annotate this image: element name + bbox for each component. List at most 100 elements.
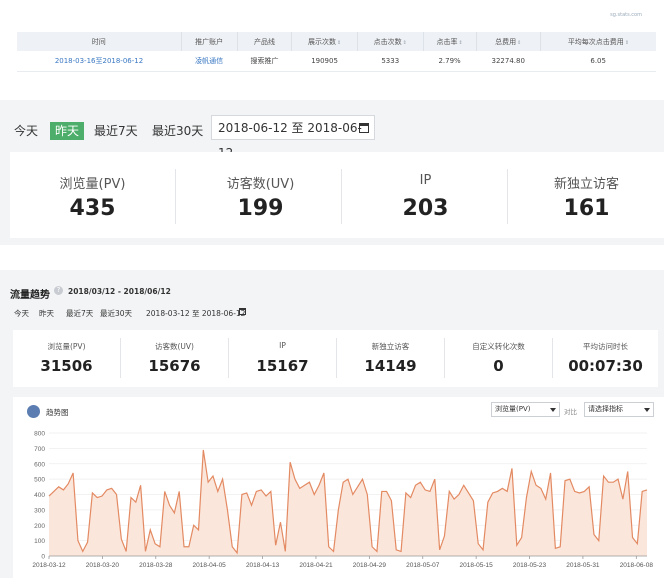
x-tick-label: 2018-05-07 (406, 562, 440, 569)
summary-table: 时间 推广账户 产品线 展示次数⇕ 点击次数⇕ 点击率⇕ 总费用⇕ 平均每次点击… (17, 32, 656, 72)
stat-label: 浏览量(PV) (59, 177, 126, 192)
trend-chart-card: 趋势图 浏览量(PV) 对比 请选择指标 0 100 200 300 400 500 600… (13, 397, 664, 578)
cell-clicks: 5333 (357, 51, 424, 72)
cell-time[interactable]: 2018-03-16至2018-06-12 (17, 51, 182, 72)
trend-stats-cards: 浏览量(PV) 31506 访客数(UV) 15676 IP 15167 新独立… (13, 330, 658, 387)
divider (507, 169, 508, 224)
stat-label: IP (279, 341, 286, 350)
stat-card-uv: 访客数(UV) 15676 (121, 330, 228, 387)
y-tick-label: 700 (34, 446, 45, 453)
col-header-ctr[interactable]: 点击率⇕ (423, 32, 477, 51)
stat-value: 203 (402, 196, 449, 221)
traffic-trend-panel: 流量趋势 ? 2018/03/12 - 2018/06/12 今天 昨天 最近7… (0, 270, 664, 578)
stat-label: 平均访问时长 (583, 342, 628, 351)
y-tick-label: 500 (34, 477, 45, 484)
cell-cpc: 6.05 (540, 51, 656, 72)
divider (341, 169, 342, 224)
stat-value: 15167 (256, 357, 309, 375)
sort-icon[interactable]: ⇕ (517, 40, 521, 46)
date-button-7days[interactable]: 最近7天 (66, 308, 93, 319)
calendar-icon[interactable] (239, 308, 246, 315)
stats-cards: 浏览量(PV) 435 访客数(UV) 199 IP 203 新独立访客 161 (10, 152, 664, 238)
divider (175, 169, 176, 224)
x-tick-label: 2018-05-15 (460, 562, 494, 569)
help-icon[interactable]: ? (54, 286, 63, 295)
stat-label: IP (419, 173, 432, 188)
y-tick-label: 200 (34, 523, 45, 530)
stat-value: 0 (493, 357, 504, 375)
y-tick-label: 800 (34, 431, 45, 438)
section-title: 流量趋势 (10, 290, 50, 301)
series-area (49, 449, 647, 556)
date-button-7days[interactable]: 最近7天 (94, 122, 138, 140)
x-tick-label: 2018-04-21 (299, 562, 333, 569)
date-button-30days[interactable]: 最近30天 (100, 308, 132, 319)
calendar-icon[interactable] (359, 123, 369, 133)
col-header-impressions[interactable]: 展示次数⇕ (291, 32, 358, 51)
x-tick-label: 2018-05-23 (513, 562, 547, 569)
stat-value: 161 (563, 196, 610, 221)
table-row: 2018-03-16至2018-06-12 凌帆通信 搜索推广 190905 5… (17, 51, 656, 72)
x-tick-label: 2018-06-08 (620, 562, 654, 569)
stat-card-conversions: 自定义转化次数 0 (445, 330, 552, 387)
x-tick-label: 2018-04-05 (193, 562, 227, 569)
x-tick-label: 2018-04-13 (246, 562, 280, 569)
stat-value: 15676 (148, 357, 201, 375)
x-tick-label: 2018-03-20 (86, 562, 120, 569)
sort-icon[interactable]: ⇕ (337, 40, 341, 46)
sort-icon[interactable]: ⇕ (459, 40, 463, 46)
stat-card-uv: 访客数(UV) 199 (178, 152, 343, 238)
date-button-30days[interactable]: 最近30天 (152, 122, 203, 140)
stat-value: 00:07:30 (568, 357, 643, 375)
stat-card-avg-duration: 平均访问时长 00:07:30 (553, 330, 658, 387)
cell-ctr: 2.79% (423, 51, 477, 72)
date-button-yesterday[interactable]: 昨天 (50, 122, 85, 140)
date-button-yesterday[interactable]: 昨天 (39, 308, 54, 319)
col-header-cost[interactable]: 总费用⇕ (476, 32, 541, 51)
date-range-picker[interactable]: 2018-03-12 至 2018-06-12 (146, 308, 245, 319)
x-tick-label: 2018-03-28 (139, 562, 173, 569)
col-header-cpc[interactable]: 平均每次点击费用⇕ (540, 32, 656, 51)
x-tick-label: 2018-04-29 (353, 562, 387, 569)
stat-label: 访客数(UV) (155, 342, 194, 351)
stat-label: 浏览量(PV) (47, 342, 86, 351)
y-tick-label: 100 (34, 538, 45, 545)
date-button-today[interactable]: 今天 (14, 308, 29, 319)
cell-impressions: 190905 (291, 51, 358, 72)
stat-value: 199 (237, 196, 284, 221)
col-header-account: 推广账户 (181, 32, 238, 51)
stat-card-ip: IP 15167 (229, 330, 336, 387)
corner-text: sg.stats.com (610, 12, 642, 18)
y-tick-label: 600 (34, 461, 45, 468)
daily-stats-panel: 今天 昨天 最近7天 最近30天 2018-06-12 至 2018-06-12… (0, 100, 664, 245)
stat-card-pv: 浏览量(PV) 31506 (13, 330, 120, 387)
y-tick-label: 0 (41, 554, 45, 561)
stat-card-new-visitors: 新独立访客 161 (509, 152, 664, 238)
cell-account[interactable]: 凌帆通信 (181, 51, 238, 72)
col-header-clicks[interactable]: 点击次数⇕ (357, 32, 424, 51)
date-button-today[interactable]: 今天 (14, 122, 38, 140)
stat-card-new-visitors: 新独立访客 14149 (337, 330, 444, 387)
stat-card-pv: 浏览量(PV) 435 (10, 152, 175, 238)
y-tick-label: 300 (34, 507, 45, 514)
date-range-picker[interactable]: 2018-06-12 至 2018-06-12 (211, 115, 375, 160)
sort-icon[interactable]: ⇕ (403, 40, 407, 46)
trend-chart: 0 100 200 300 400 500 600 700 800 2018-03-12 2018-… (32, 431, 654, 570)
sort-icon[interactable]: ⇕ (625, 40, 629, 46)
col-header-product: 产品线 (237, 32, 293, 51)
table-header-row: 时间 推广账户 产品线 展示次数⇕ 点击次数⇕ 点击率⇕ 总费用⇕ 平均每次点击… (17, 32, 656, 51)
stat-value: 14149 (364, 357, 417, 375)
y-tick-label: 400 (34, 492, 45, 499)
col-header-time: 时间 (17, 32, 182, 51)
account-summary-panel: sg.stats.com 时间 推广账户 产品线 展示次数⇕ 点击次数⇕ 点击率… (0, 0, 664, 72)
stat-label: 访客数(UV) (226, 177, 295, 192)
cell-cost: 32274.80 (476, 51, 541, 72)
x-tick-label: 2018-03-12 (32, 562, 66, 569)
stat-value: 435 (69, 196, 116, 221)
trend-date-range: 2018/03/12 - 2018/06/12 (68, 287, 171, 296)
stat-value: 31506 (40, 357, 93, 375)
stat-card-ip: IP 203 (343, 152, 508, 238)
stat-label: 自定义转化次数 (472, 342, 525, 351)
stat-label: 新独立访客 (371, 342, 410, 351)
cell-product: 搜索推广 (237, 51, 292, 72)
